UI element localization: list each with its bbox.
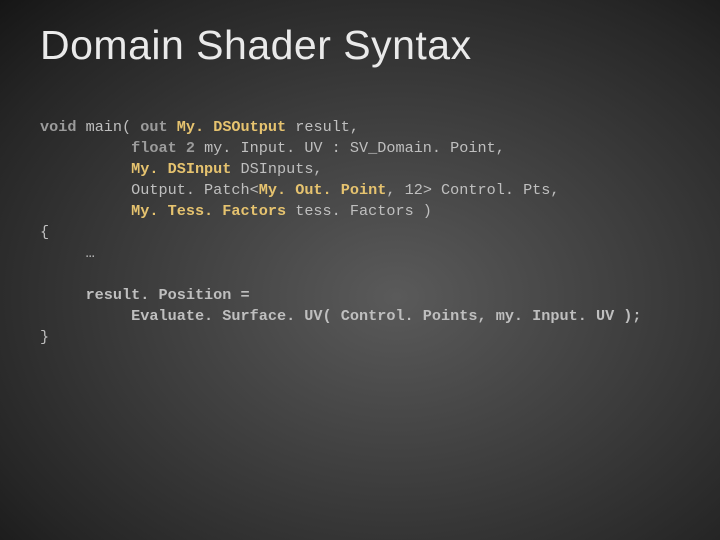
code-text: main( [76, 118, 140, 136]
kw-void: void [40, 118, 76, 136]
code-text: my. Input. UV : SV_Domain. Point, [195, 139, 505, 157]
ellipsis: … [40, 244, 95, 262]
code-text: DSInputs, [231, 160, 322, 178]
code-text: tess. Factors ) [286, 202, 432, 220]
code-result-line2: Evaluate. Surface. UV( Control. Points, … [40, 307, 642, 325]
type-tessfactors: My. Tess. Factors [131, 202, 286, 220]
code-text: result, [286, 118, 359, 136]
kw-float2: float 2 [131, 139, 195, 157]
code-indent [40, 202, 131, 220]
code-block: void main( out My. DSOutput result, floa… [40, 117, 690, 348]
type-dsinput: My. DSInput [131, 160, 231, 178]
kw-out: out [140, 118, 176, 136]
code-result-line1: result. Position = [40, 286, 250, 304]
brace-close: } [40, 328, 49, 346]
code-text: Output. Patch< [40, 181, 259, 199]
type-dsoutput: My. DSOutput [177, 118, 286, 136]
slide-title: Domain Shader Syntax [40, 22, 690, 69]
code-text: , 12> Control. Pts, [386, 181, 559, 199]
type-outpoint: My. Out. Point [259, 181, 387, 199]
code-indent [40, 139, 131, 157]
brace-open: { [40, 223, 49, 241]
code-indent [40, 160, 131, 178]
